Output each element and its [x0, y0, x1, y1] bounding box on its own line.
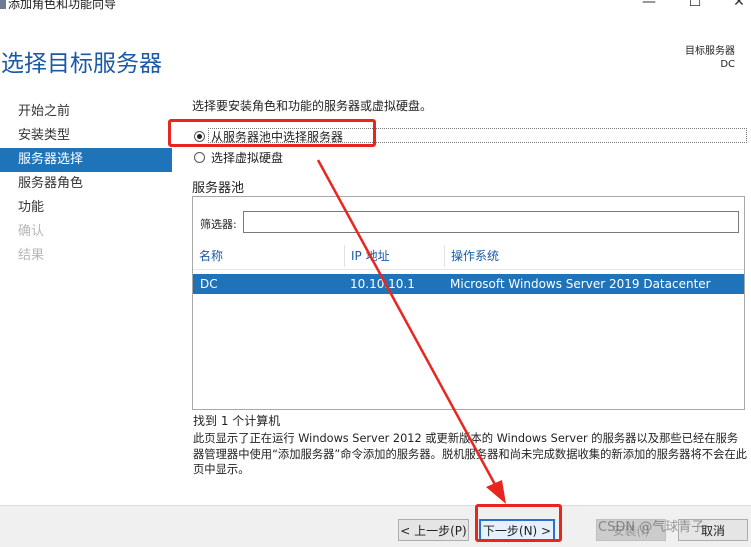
table-row[interactable]: DC 10.10.10.1 Microsoft Windows Server 2…: [193, 274, 744, 294]
close-button[interactable]: ✕: [716, 0, 751, 12]
description-text: 此页显示了正在运行 Windows Server 2012 或更新版本的 Win…: [193, 432, 747, 476]
title-bar: 添加角色和功能向导 — ☐ ✕: [0, 0, 751, 12]
filter-label: 筛选器:: [200, 218, 237, 231]
annotation-box-option: [168, 119, 376, 147]
nav-item-results: 结果: [18, 248, 45, 263]
nav-item-server-selection[interactable]: 服务器选择: [0, 148, 172, 172]
option-virtual-disk-label: 选择虚拟硬盘: [211, 151, 284, 165]
annotation-box-next: [475, 504, 562, 542]
radio-unchecked-icon[interactable]: [194, 152, 205, 163]
nav-item-before-you-begin[interactable]: 开始之前: [0, 100, 172, 124]
column-header-name[interactable]: 名称: [193, 245, 345, 267]
intro-text: 选择要安装角色和功能的服务器或虚拟硬盘。: [192, 99, 433, 113]
maximize-button[interactable]: ☐: [672, 0, 718, 12]
target-server-label: 目标服务器: [685, 46, 735, 57]
window-title: 添加角色和功能向导: [8, 0, 117, 11]
previous-button[interactable]: < 上一步(P): [398, 519, 469, 541]
nav-item-server-roles[interactable]: 服务器角色: [0, 172, 172, 196]
nav-item-installation-type[interactable]: 安装类型: [0, 124, 172, 148]
column-header-ip[interactable]: IP 地址: [345, 245, 445, 267]
target-server-value: DC: [720, 59, 735, 70]
app-icon: [0, 0, 6, 9]
header-divider: [193, 269, 744, 270]
watermark: CSDN @气球青子: [598, 520, 705, 535]
cell-os: Microsoft Windows Server 2019 Datacenter: [450, 277, 711, 291]
column-header-os[interactable]: 操作系统: [445, 245, 745, 267]
nav-item-features[interactable]: 功能: [0, 196, 172, 220]
option-virtual-disk[interactable]: 选择虚拟硬盘: [194, 149, 283, 166]
server-pool-label: 服务器池: [192, 181, 245, 196]
nav-item-confirmation: 确认: [18, 224, 45, 239]
server-pool-panel: 筛选器: 名称 IP 地址 操作系统 DC 10.10.10.1 Microso…: [192, 196, 745, 410]
wizard-nav: 开始之前 安装类型 服务器选择 服务器角色 功能 确认 结果: [0, 100, 172, 268]
found-count: 找到 1 个计算机: [193, 414, 281, 428]
page-title: 选择目标服务器: [1, 51, 162, 77]
minimize-button[interactable]: —: [626, 0, 672, 12]
target-server-info: 目标服务器 DC: [685, 45, 735, 71]
filter-input[interactable]: [243, 211, 739, 233]
cell-name: DC: [200, 277, 218, 291]
cell-ip: 10.10.10.1: [350, 277, 415, 291]
